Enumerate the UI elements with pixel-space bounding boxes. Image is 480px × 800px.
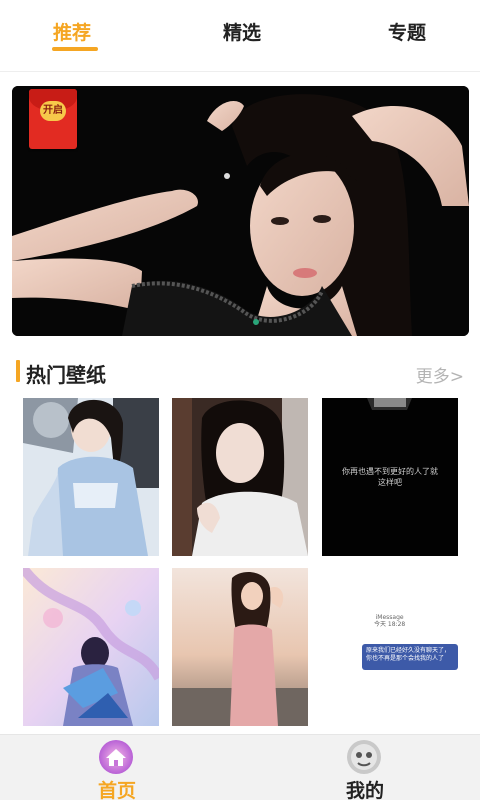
wallpaper-caption: 你再也遇不到更好的人了就这样吧: [342, 467, 438, 487]
wallpaper-image: [23, 398, 159, 556]
nav-home-label: 首页: [97, 780, 136, 800]
wallpaper-image: [23, 568, 159, 726]
wallpaper-item-imessage[interactable]: iMessage 今天 18:28 原来我们已经好久没有聊天了，你也不再是那个会…: [322, 568, 458, 726]
nav-home[interactable]: 首页: [57, 735, 177, 800]
home-icon: [99, 740, 133, 774]
message-bubble: 原来我们已经好久没有聊天了，你也不再是那个会找我的人了: [362, 644, 458, 670]
wallpaper-item-dark-text[interactable]: 你再也遇不到更好的人了就这样吧: [322, 398, 458, 556]
imessage-time: 今天 18:28: [374, 621, 406, 628]
wallpaper-image: [172, 398, 308, 556]
section-accent-bar: [16, 360, 20, 382]
hot-wallpapers-header: 热门壁纸 更多>: [0, 354, 480, 388]
wallpaper-item-anime-butterfly[interactable]: [23, 568, 159, 726]
bottom-navigation: 首页 我的: [0, 734, 480, 800]
wallpaper-grid: 你再也遇不到更好的人了就这样吧 iMessage 今天 18:28 原来我们已经…: [0, 398, 480, 728]
wallpaper-item-white-dress[interactable]: [172, 398, 308, 556]
red-envelope-icon[interactable]: 开启: [29, 89, 77, 149]
top-tab-bar: 推荐 精选 专题: [0, 0, 480, 72]
imessage-header: iMessage 今天 18:28: [374, 614, 405, 628]
wallpaper-image: [172, 568, 308, 726]
profile-icon: [347, 740, 381, 774]
wallpaper-item-sunset[interactable]: [172, 568, 308, 726]
section-title: 热门壁纸: [26, 363, 106, 387]
tab-recommended[interactable]: 推荐: [53, 18, 91, 45]
banner-photo: [12, 86, 469, 336]
banner-carousel[interactable]: 开启: [12, 86, 469, 336]
tab-featured[interactable]: 精选: [223, 18, 261, 45]
wallpaper-item-hanfu[interactable]: [23, 398, 159, 556]
imessage-label: iMessage: [375, 614, 404, 621]
red-envelope-badge-text: 开启: [40, 101, 66, 121]
more-link[interactable]: 更多>: [416, 362, 464, 387]
nav-profile-label: 我的: [345, 780, 384, 800]
nav-profile[interactable]: 我的: [305, 735, 425, 800]
active-tab-indicator: [52, 47, 98, 51]
tab-topics[interactable]: 专题: [388, 18, 426, 45]
